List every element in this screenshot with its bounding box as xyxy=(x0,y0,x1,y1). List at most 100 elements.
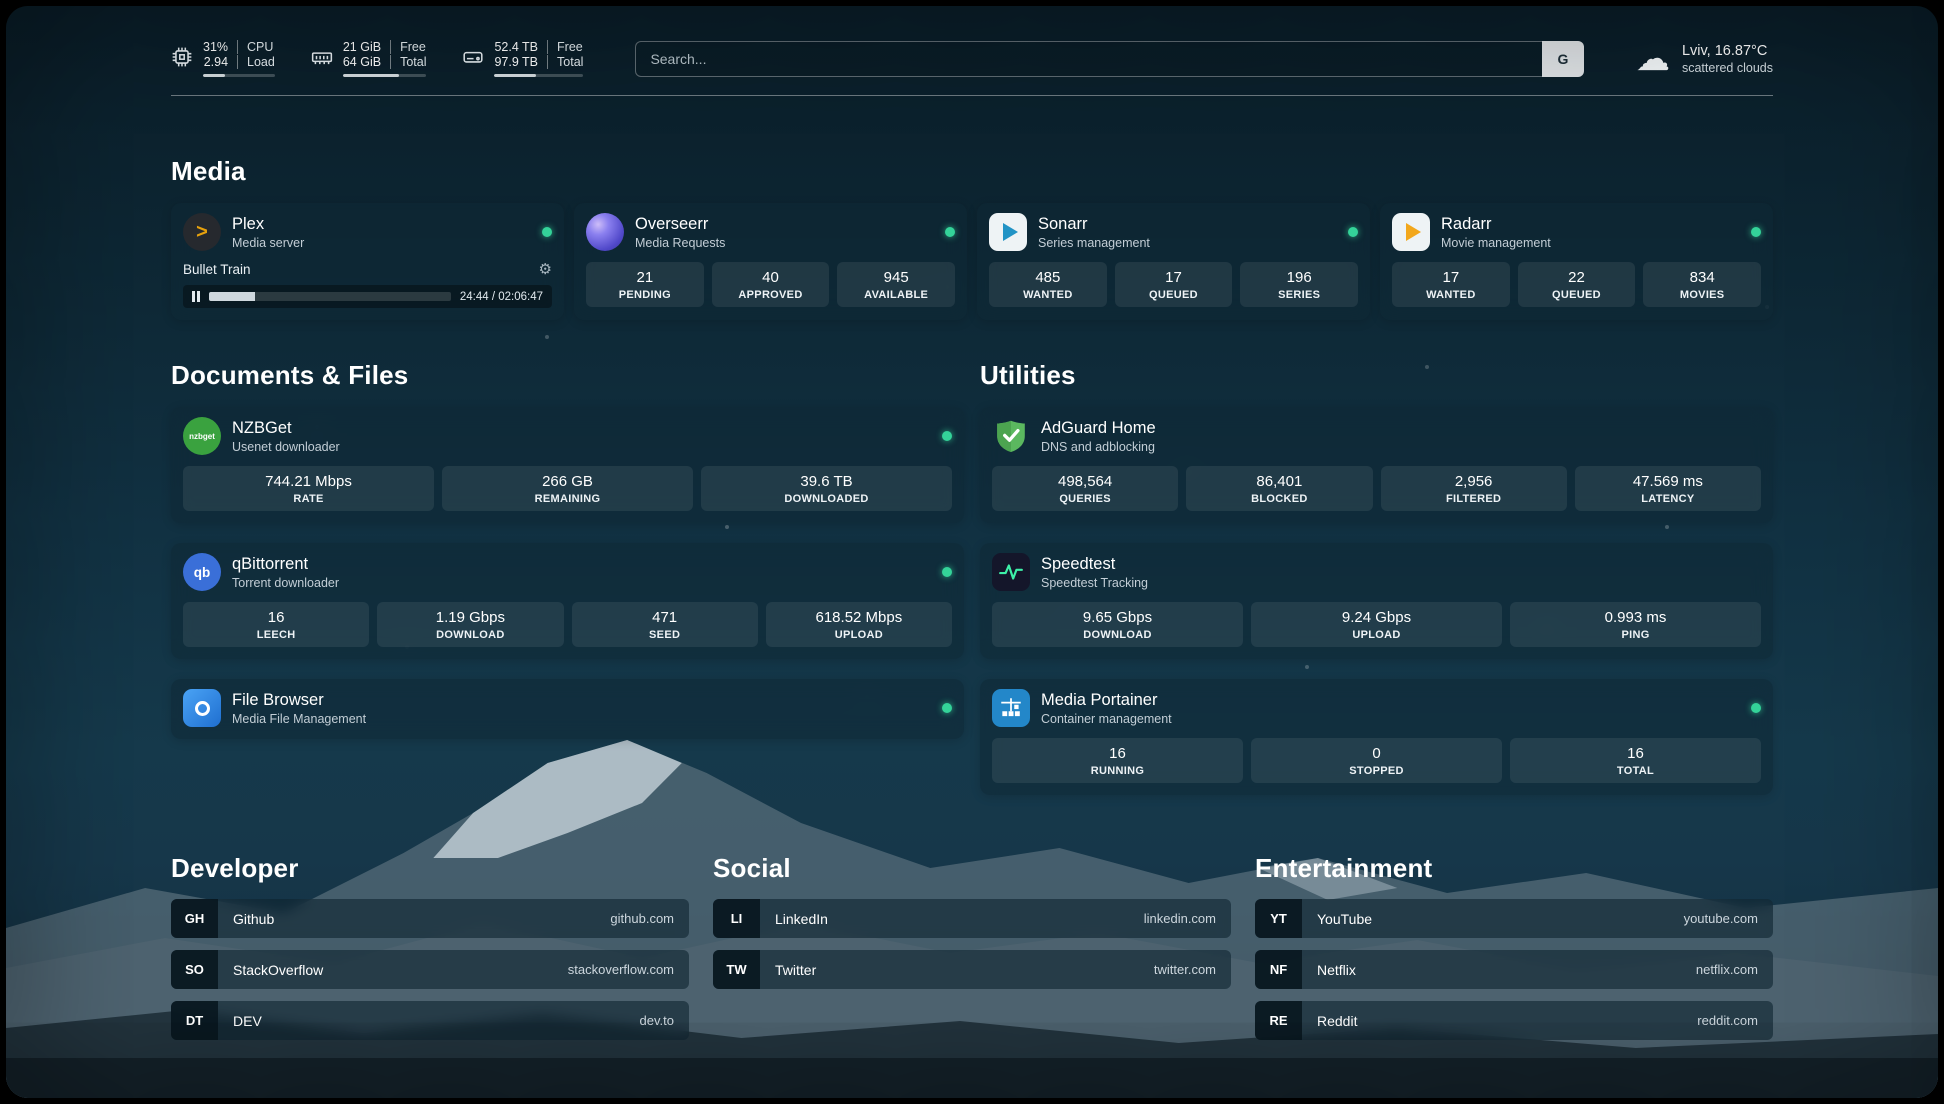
cloud-icon: ☁ xyxy=(1636,42,1670,76)
stat-queries: 498,564QUERIES xyxy=(992,466,1178,511)
bookmark-name: DEV xyxy=(233,1013,262,1029)
disk-usage-widget: 52.4 TB Free 97.9 TB Total xyxy=(462,40,583,77)
status-dot xyxy=(1751,703,1761,713)
section-heading-entertainment: Entertainment xyxy=(1255,853,1773,884)
section-utilities: Utilities xyxy=(980,360,1773,795)
bookmark-linkedin[interactable]: LI LinkedIn linkedin.com xyxy=(713,899,1231,938)
bookmark-netflix[interactable]: NF Netflix netflix.com xyxy=(1255,950,1773,989)
service-card-portainer[interactable]: Media Portainer Container management 16R… xyxy=(980,679,1773,795)
stat-wanted: 17WANTED xyxy=(1392,262,1510,307)
weather-widget: ☁ Lviv, 16.87°C scattered clouds xyxy=(1636,42,1773,76)
bookmark-url: netflix.com xyxy=(1696,962,1758,977)
bookmark-badge: GH xyxy=(171,899,218,938)
search-provider-button[interactable]: G xyxy=(1542,41,1584,77)
bookmark-github[interactable]: GH Github github.com xyxy=(171,899,689,938)
bookmark-youtube[interactable]: YT YouTube youtube.com xyxy=(1255,899,1773,938)
status-dot xyxy=(1751,227,1761,237)
service-title: NZBGet xyxy=(232,419,340,438)
service-subtitle: Usenet downloader xyxy=(232,440,340,454)
ram-usage-widget: 21 GiB Free 64 GiB Total xyxy=(311,40,427,77)
portainer-icon xyxy=(992,689,1030,727)
stat-queued: 22QUEUED xyxy=(1518,262,1636,307)
ram-icon xyxy=(311,46,333,68)
topbar: 31% CPU 2.94 Load xyxy=(171,40,1773,77)
disk-progress-bar xyxy=(494,74,583,77)
bookmark-twitter[interactable]: TW Twitter twitter.com xyxy=(713,950,1231,989)
service-title: Overseerr xyxy=(635,215,725,234)
service-card-speedtest[interactable]: Speedtest Speedtest Tracking 9.65 GbpsDO… xyxy=(980,543,1773,659)
stat-ping: 0.993 msPING xyxy=(1510,602,1761,647)
stat-upload: 9.24 GbpsUPLOAD xyxy=(1251,602,1502,647)
disk-icon xyxy=(462,46,484,68)
pause-icon[interactable] xyxy=(192,291,200,302)
service-title: AdGuard Home xyxy=(1041,419,1156,438)
ram-free-label: Free xyxy=(390,40,426,54)
bookmark-name: LinkedIn xyxy=(775,911,828,927)
weather-location: Lviv, 16.87°C xyxy=(1682,43,1773,59)
status-dot xyxy=(945,227,955,237)
bookmark-badge: DT xyxy=(171,1001,218,1040)
disk-total: 97.9 TB xyxy=(494,55,538,69)
section-heading-developer: Developer xyxy=(171,853,689,884)
stat-movies: 834MOVIES xyxy=(1643,262,1761,307)
plex-icon xyxy=(183,213,221,251)
section-social: Social LI LinkedIn linkedin.com TW Twitt… xyxy=(713,853,1231,1040)
disk-free-label: Free xyxy=(547,40,583,54)
overseerr-icon xyxy=(586,213,624,251)
service-card-adguard[interactable]: AdGuard Home DNS and adblocking 498,564Q… xyxy=(980,407,1773,523)
section-documents: Documents & Files nzbget NZBGet Usenet d… xyxy=(171,360,964,795)
bookmark-url: linkedin.com xyxy=(1144,911,1216,926)
section-heading-media: Media xyxy=(171,156,1773,187)
bookmark-name: Netflix xyxy=(1317,962,1356,978)
weather-condition: scattered clouds xyxy=(1682,61,1773,75)
search-input[interactable] xyxy=(635,41,1542,77)
ram-progress-bar xyxy=(343,74,427,77)
cpu-load: 2.94 xyxy=(203,55,228,69)
stat-total: 16TOTAL xyxy=(1510,738,1761,783)
service-card-overseerr[interactable]: Overseerr Media Requests 21PENDING 40APP… xyxy=(574,203,967,320)
section-media: Media Plex Media server Bullet Tra xyxy=(171,156,1773,320)
service-title: Sonarr xyxy=(1038,215,1150,234)
section-heading-utilities: Utilities xyxy=(980,360,1773,391)
bookmark-badge: RE xyxy=(1255,1001,1302,1040)
speedtest-icon xyxy=(992,553,1030,591)
playback-progress-bar[interactable] xyxy=(209,292,451,301)
gear-icon[interactable] xyxy=(539,260,552,278)
service-card-filebrowser[interactable]: File Browser Media File Management xyxy=(171,679,964,739)
adguard-icon xyxy=(992,417,1030,455)
ram-free: 21 GiB xyxy=(343,40,381,54)
status-dot xyxy=(942,567,952,577)
service-card-radarr[interactable]: Radarr Movie management 17WANTED 22QUEUE… xyxy=(1380,203,1773,320)
bookmark-name: YouTube xyxy=(1317,911,1372,927)
bookmark-dev[interactable]: DT DEV dev.to xyxy=(171,1001,689,1040)
cpu-load-label: Load xyxy=(237,55,275,69)
service-subtitle: Media server xyxy=(232,236,304,250)
search-bar: G xyxy=(635,41,1584,77)
bookmark-name: Twitter xyxy=(775,962,816,978)
section-heading-documents: Documents & Files xyxy=(171,360,964,391)
stat-downloaded: 39.6 TBDOWNLOADED xyxy=(701,466,952,511)
bookmark-url: youtube.com xyxy=(1684,911,1758,926)
stat-queued: 17QUEUED xyxy=(1115,262,1233,307)
ram-total: 64 GiB xyxy=(343,55,381,69)
now-playing-title: Bullet Train xyxy=(183,262,251,277)
stat-running: 16RUNNING xyxy=(992,738,1243,783)
bookmark-badge: LI xyxy=(713,899,760,938)
stat-seed: 471SEED xyxy=(572,602,758,647)
cpu-percent: 31% xyxy=(203,40,228,54)
service-subtitle: Media File Management xyxy=(232,712,366,726)
stat-filtered: 2,956FILTERED xyxy=(1381,466,1567,511)
dashboard-screen: 31% CPU 2.94 Load xyxy=(6,6,1938,1098)
service-subtitle: Speedtest Tracking xyxy=(1041,576,1148,590)
stat-stopped: 0STOPPED xyxy=(1251,738,1502,783)
disk-free: 52.4 TB xyxy=(494,40,538,54)
bookmark-reddit[interactable]: RE Reddit reddit.com xyxy=(1255,1001,1773,1040)
bookmark-stackoverflow[interactable]: SO StackOverflow stackoverflow.com xyxy=(171,950,689,989)
system-stats: 31% CPU 2.94 Load xyxy=(171,40,583,77)
service-title: Radarr xyxy=(1441,215,1551,234)
bookmark-name: Github xyxy=(233,911,274,927)
service-card-nzbget[interactable]: nzbget NZBGet Usenet downloader 744.21 M… xyxy=(171,407,964,523)
service-card-sonarr[interactable]: Sonarr Series management 485WANTED 17QUE… xyxy=(977,203,1370,320)
service-card-plex[interactable]: Plex Media server Bullet Train xyxy=(171,203,564,320)
service-card-qbittorrent[interactable]: qb qBittorrent Torrent downloader 16LEEC… xyxy=(171,543,964,659)
